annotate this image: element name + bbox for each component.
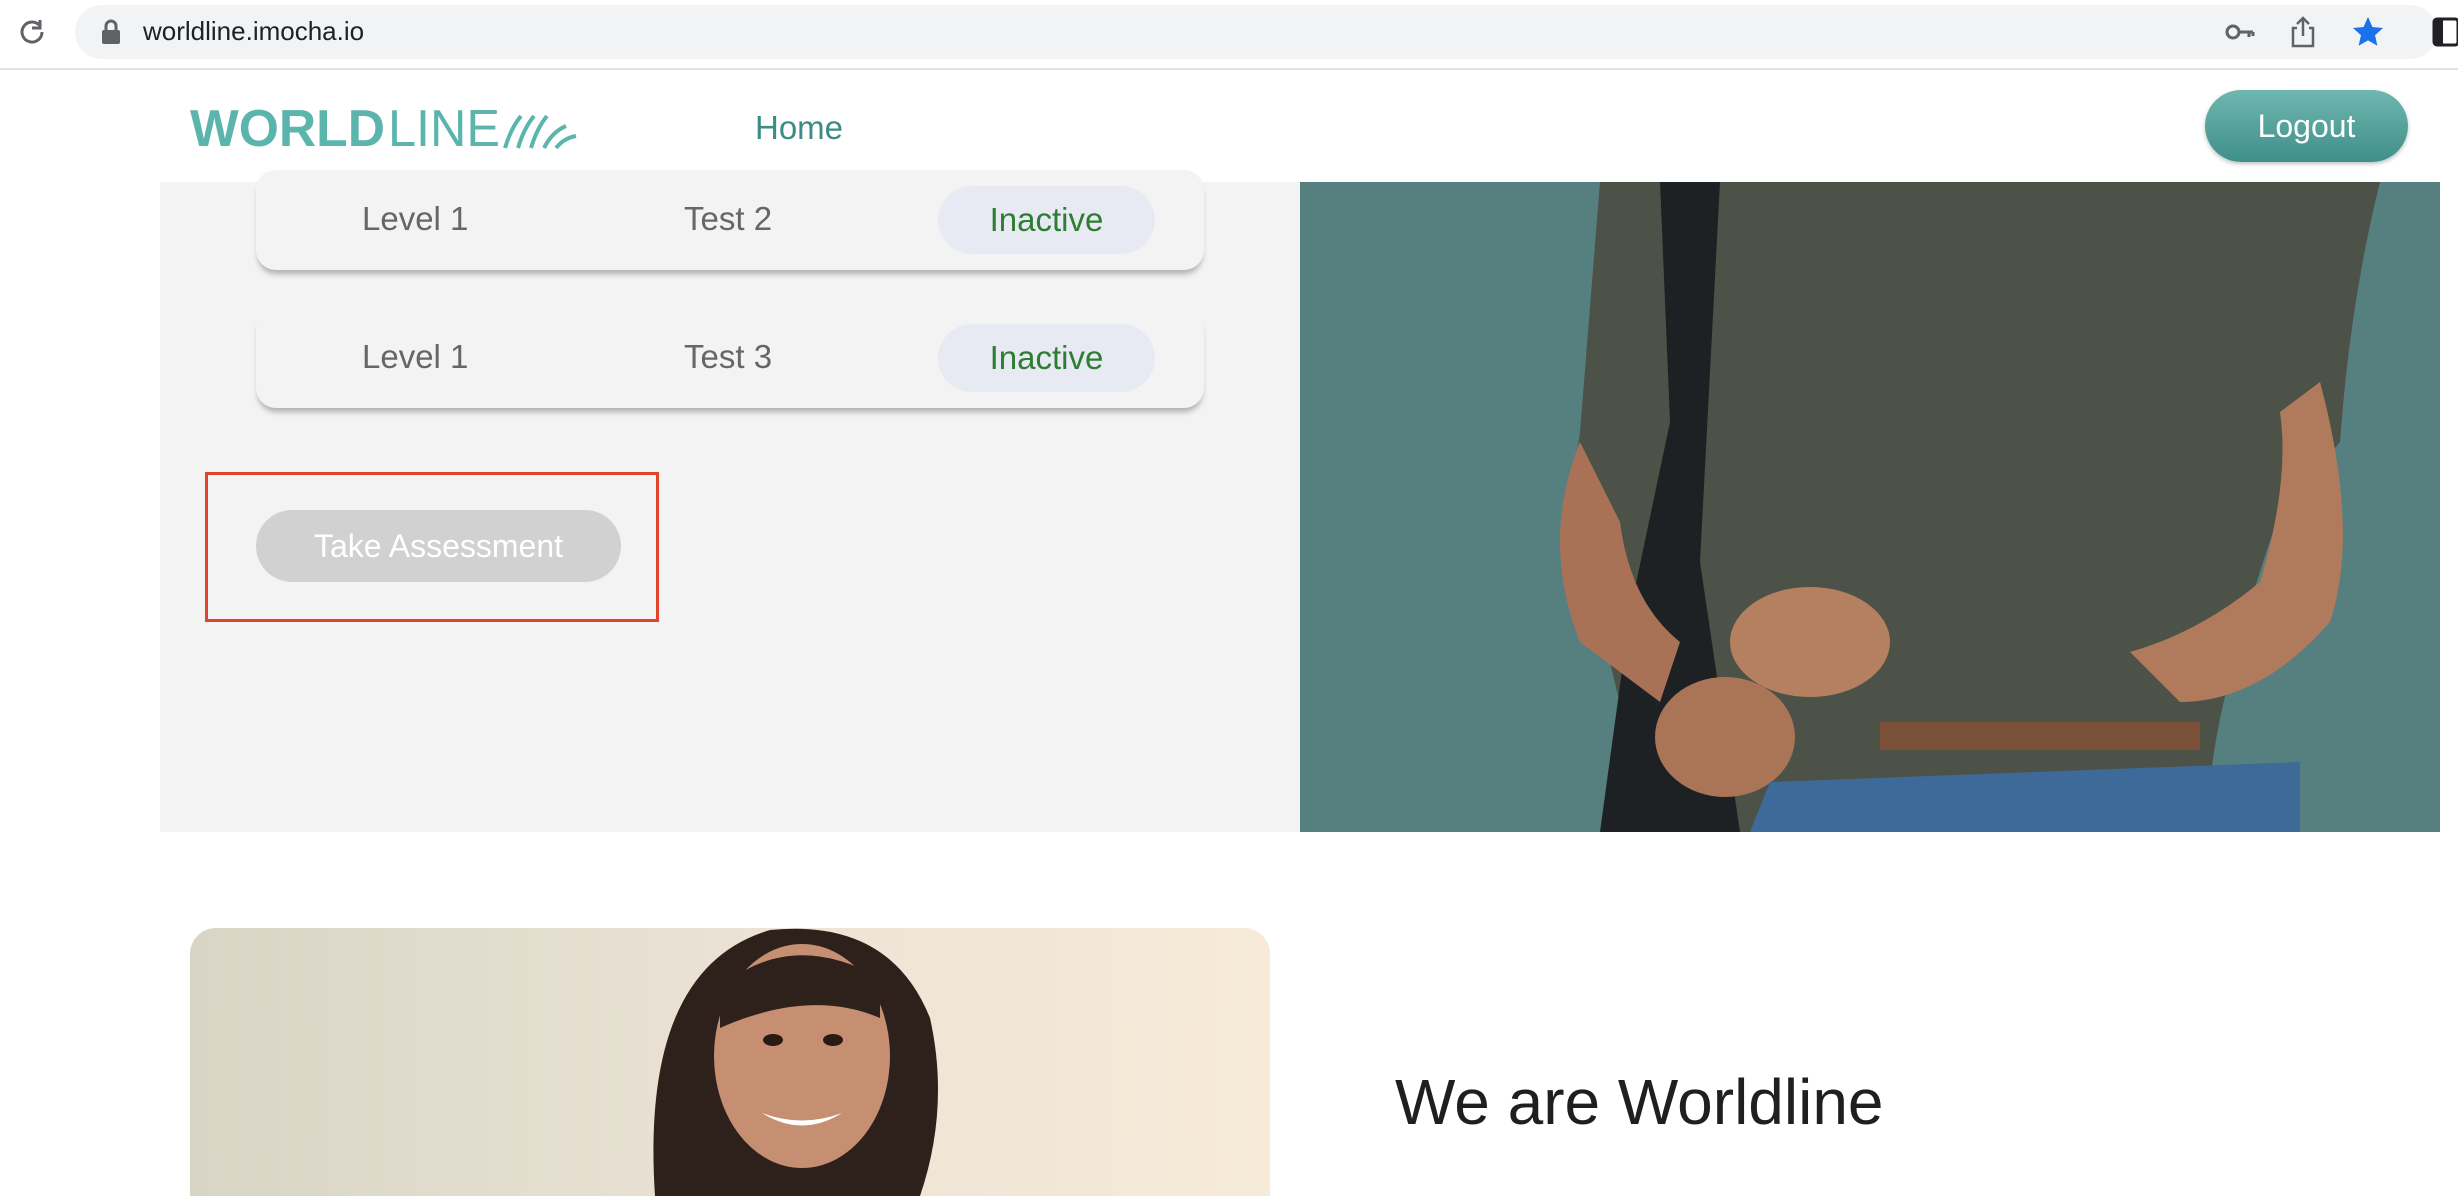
assessment-row: Level 1 Test 3 Inactive [256, 308, 1204, 408]
status-badge: Inactive [938, 324, 1155, 392]
url-text[interactable]: worldline.imocha.io [143, 15, 364, 47]
row-test: Test 2 [684, 200, 773, 237]
logout-button[interactable]: Logout [2205, 90, 2408, 162]
row-test: Test 3 [684, 338, 773, 375]
assessment-row: Level 1 Test 2 Inactive [256, 170, 1204, 270]
share-icon[interactable] [2285, 14, 2321, 50]
worldline-logo[interactable]: WORLD LINE [190, 104, 580, 152]
svg-text:WORLD: WORLD [190, 104, 385, 152]
key-icon[interactable] [2222, 14, 2258, 50]
browser-toolbar: worldline.imocha.io [0, 0, 2458, 70]
team-photo [190, 928, 1270, 1196]
svg-text:LINE: LINE [388, 104, 500, 152]
about-heading: We are Worldline [1395, 1066, 1884, 1138]
star-icon[interactable] [2350, 14, 2386, 50]
row-level: Level 1 [362, 200, 469, 237]
reload-icon[interactable] [14, 14, 50, 50]
student-photo [1560, 182, 2380, 832]
address-bar[interactable]: worldline.imocha.io [75, 5, 2437, 59]
hero-image [1300, 182, 2440, 832]
woman-portrait [653, 928, 938, 1196]
lock-icon[interactable] [100, 19, 122, 45]
status-badge: Inactive [938, 186, 1155, 254]
sidebar-icon[interactable] [2432, 16, 2458, 48]
row-level: Level 1 [362, 338, 469, 375]
take-assessment-button[interactable]: Take Assessment [256, 510, 621, 582]
nav-home-link[interactable]: Home [755, 108, 843, 148]
